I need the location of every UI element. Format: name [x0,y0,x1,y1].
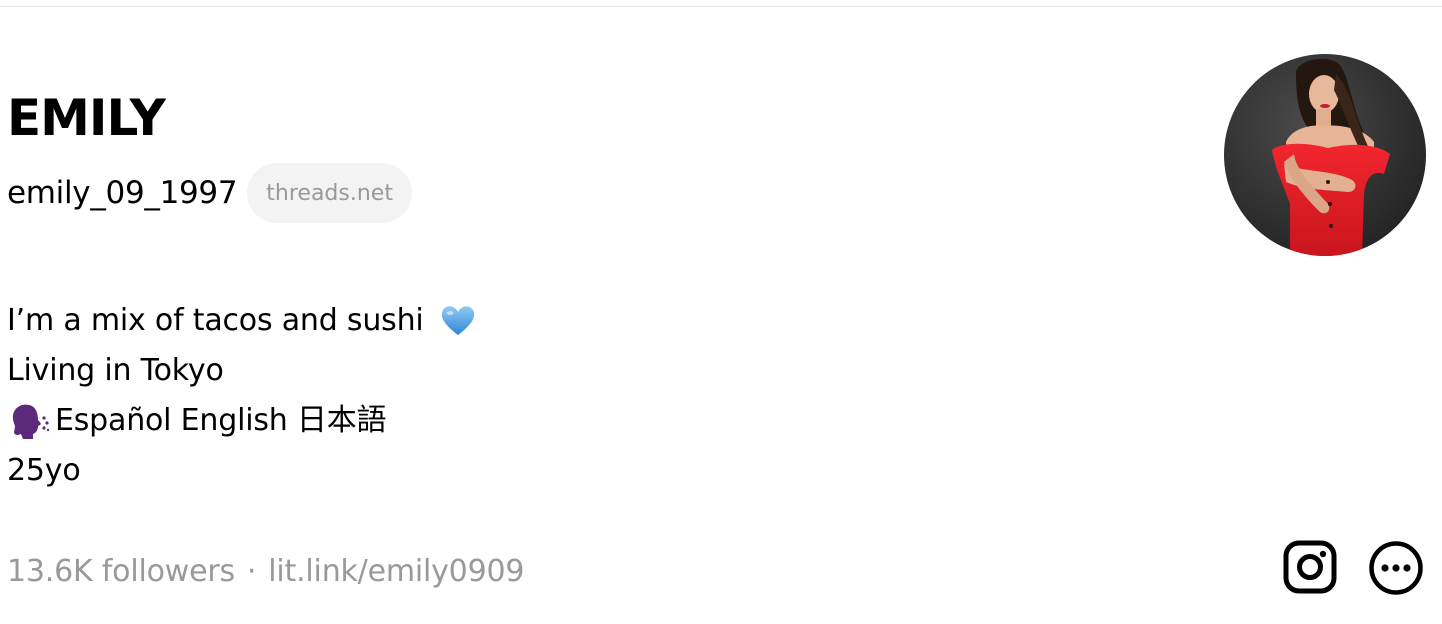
instagram-icon[interactable] [1283,540,1337,594]
blue-heart-icon [440,304,476,338]
bio-text: I’m a mix of tacos and sushi [7,303,424,338]
threads-domain-badge[interactable]: threads.net [247,163,412,223]
handle-row: emily_09_1997 threads.net [7,163,412,223]
profile-link[interactable]: lit.link/emily0909 [268,554,524,589]
profile-bio: I’m a mix of tacos and sushi Living in T… [7,296,476,496]
separator-dot: · [246,553,257,589]
followers-count[interactable]: 13.6K followers [7,554,235,589]
bio-text: Living in Tokyo [7,353,224,388]
more-options-icon[interactable] [1368,540,1424,596]
bio-line: Living in Tokyo [7,346,476,396]
profile-handle: emily_09_1997 [7,175,238,211]
profile-display-name: EMILY [7,89,166,147]
bio-text: 25yo [7,453,81,488]
bio-line: I’m a mix of tacos and sushi [7,296,476,346]
profile-avatar[interactable] [1224,54,1426,256]
bio-line: Español English 日本語 [7,396,476,446]
bio-line: 25yo [7,446,476,496]
profile-stats-row: 13.6K followers · lit.link/emily0909 [7,546,524,596]
bio-text: Español English 日本語 [55,403,387,438]
speaking-head-icon [7,401,51,441]
